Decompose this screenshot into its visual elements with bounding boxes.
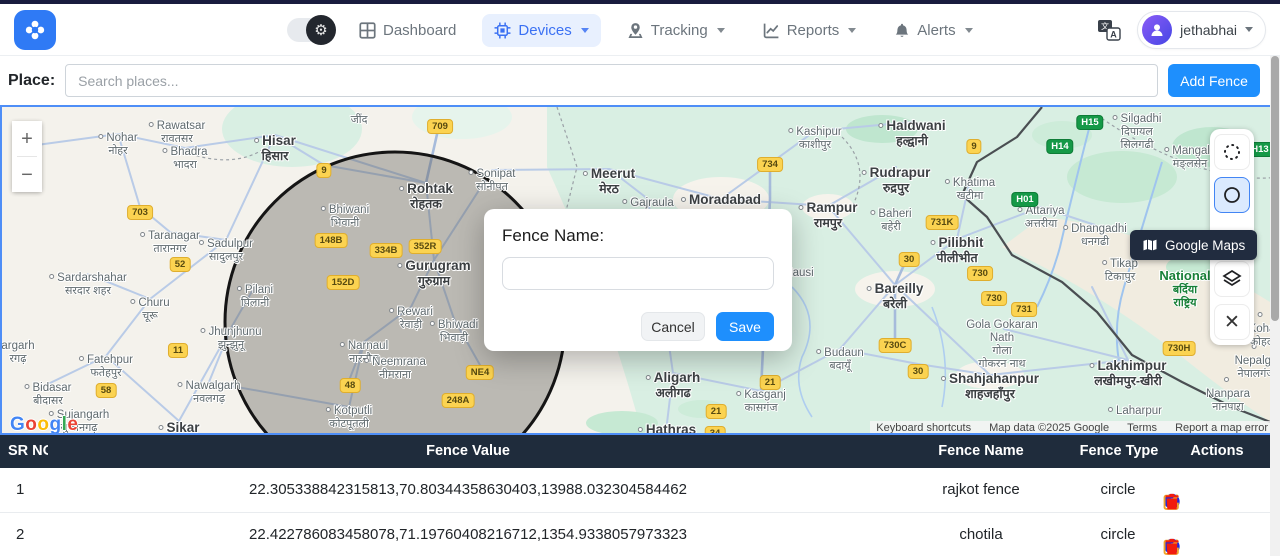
fence-table-row: 2 22.422786083458078,71.19760408216712,13… [0,513,1280,556]
delete-fence-button[interactable] [1165,493,1180,510]
nav-dashboard-label: Dashboard [383,22,456,39]
fence-table-row: 1 22.305338842315813,70.80344358630403,13… [0,468,1280,513]
fence-table-body: 1 22.305338842315813,70.80344358630403,13… [0,468,1280,556]
chevron-down-icon [965,28,973,33]
cell-sr-no: 1 [16,481,24,498]
app-logo[interactable] [14,10,56,50]
scrollbar-thumb[interactable] [1271,56,1279,321]
google-maps-tooltip: Google Maps [1130,230,1257,260]
line-chart-icon [763,22,780,39]
bell-icon [894,22,910,39]
map-attribution: Keyboard shortcuts Map data ©2025 Google… [870,421,1274,435]
nav-alerts[interactable]: Alerts [882,14,984,47]
person-icon [1149,22,1165,38]
nav-alerts-label: Alerts [917,22,955,39]
polygon-layers-icon [1221,269,1243,289]
logo-flower-icon [23,18,47,42]
fence-name-label: Fence Name: [502,226,774,246]
dotted-circle-icon [1222,142,1242,162]
grid-icon [359,22,376,39]
close-icon: ✕ [1224,311,1240,334]
map-pin-icon [627,22,644,39]
fence-table-header: SR NO Fence Value Fence Name Fence Type … [0,435,1280,468]
username: jethabhai [1180,22,1237,38]
zoom-out-button[interactable]: − [12,157,42,192]
avatar [1142,15,1172,45]
delete-fence-button[interactable] [1165,538,1180,555]
cell-fence-value: 22.305338842315813,70.80344358630403,139… [249,481,687,498]
map-canvas[interactable]: RawatsarरावतसरNoharनोहरBhadraभादराHisarह… [0,105,1280,435]
cancel-draw-tool[interactable]: ✕ [1214,304,1250,340]
cell-fence-type: circle [1100,481,1135,498]
circle-draw-tool[interactable] [1214,177,1250,213]
chevron-down-icon [581,28,589,33]
chevron-down-icon [848,28,856,33]
header-sr-no: SR NO [8,443,48,459]
google-logo: Google [10,414,78,435]
header-fence-value: Fence Value [426,443,510,459]
chevron-down-icon [1245,27,1253,32]
cell-fence-type: circle [1100,526,1135,543]
user-menu[interactable]: jethabhai [1137,11,1266,49]
add-fence-button[interactable]: Add Fence [1168,64,1260,97]
nav-devices-label: Devices [518,22,571,39]
nav-devices[interactable]: Devices [482,14,600,47]
trash-icon [1165,538,1180,555]
nav-reports[interactable]: Reports [751,14,869,47]
vertical-scrollbar[interactable] [1270,56,1280,556]
navbar-right: 文 A jethabhai [1097,11,1266,49]
translate-icon[interactable]: 文 A [1097,19,1121,41]
cell-fence-name: chotila [959,526,1002,543]
folded-map-icon [1142,238,1158,252]
header-fence-name: Fence Name [938,443,1023,459]
cancel-button[interactable]: Cancel [641,312,705,341]
place-label: Place: [8,72,55,90]
svg-text:A: A [1110,29,1117,39]
freehand-select-tool[interactable] [1214,134,1250,170]
polygon-draw-tool[interactable] [1214,261,1250,297]
gear-icon: ⚙ [306,15,336,45]
chevron-down-icon [717,28,725,33]
cell-fence-value: 22.422786083458078,71.19760408216712,135… [249,526,687,543]
map-data-credit: Map data ©2025 Google [989,422,1109,434]
header-actions: Actions [1190,443,1243,459]
zoom-in-button[interactable]: + [12,121,42,156]
nav-dashboard[interactable]: Dashboard [347,14,468,47]
keyboard-shortcuts-link[interactable]: Keyboard shortcuts [876,422,971,434]
nav-reports-label: Reports [787,22,840,39]
main-navigation: ⚙ Dashboard Devices Tracking Reports Ale… [287,4,985,56]
modal-actions: Cancel Save [502,312,774,341]
map-zoom-control: + − [12,121,42,192]
report-map-error-link[interactable]: Report a map error [1175,422,1268,434]
cell-sr-no: 2 [16,526,24,543]
fence-name-modal: Fence Name: Cancel Save [484,209,792,351]
circle-icon [1222,185,1242,205]
cell-fence-name: rajkot fence [942,481,1020,498]
nav-tracking[interactable]: Tracking [615,14,737,47]
save-button[interactable]: Save [716,312,774,341]
nav-tracking-label: Tracking [651,22,708,39]
chip-icon [494,22,511,39]
top-navbar: ⚙ Dashboard Devices Tracking Reports Ale… [0,4,1280,56]
fence-name-input[interactable] [502,257,774,290]
theme-toggle[interactable]: ⚙ [287,18,333,42]
header-fence-type: Fence Type [1080,443,1159,459]
fence-table: SR NO Fence Value Fence Name Fence Type … [0,435,1280,556]
trash-icon [1165,493,1180,510]
tooltip-label: Google Maps [1165,238,1245,253]
place-search-bar: Place: Add Fence [0,56,1280,105]
place-search-input[interactable] [65,64,1158,97]
terms-link[interactable]: Terms [1127,422,1157,434]
